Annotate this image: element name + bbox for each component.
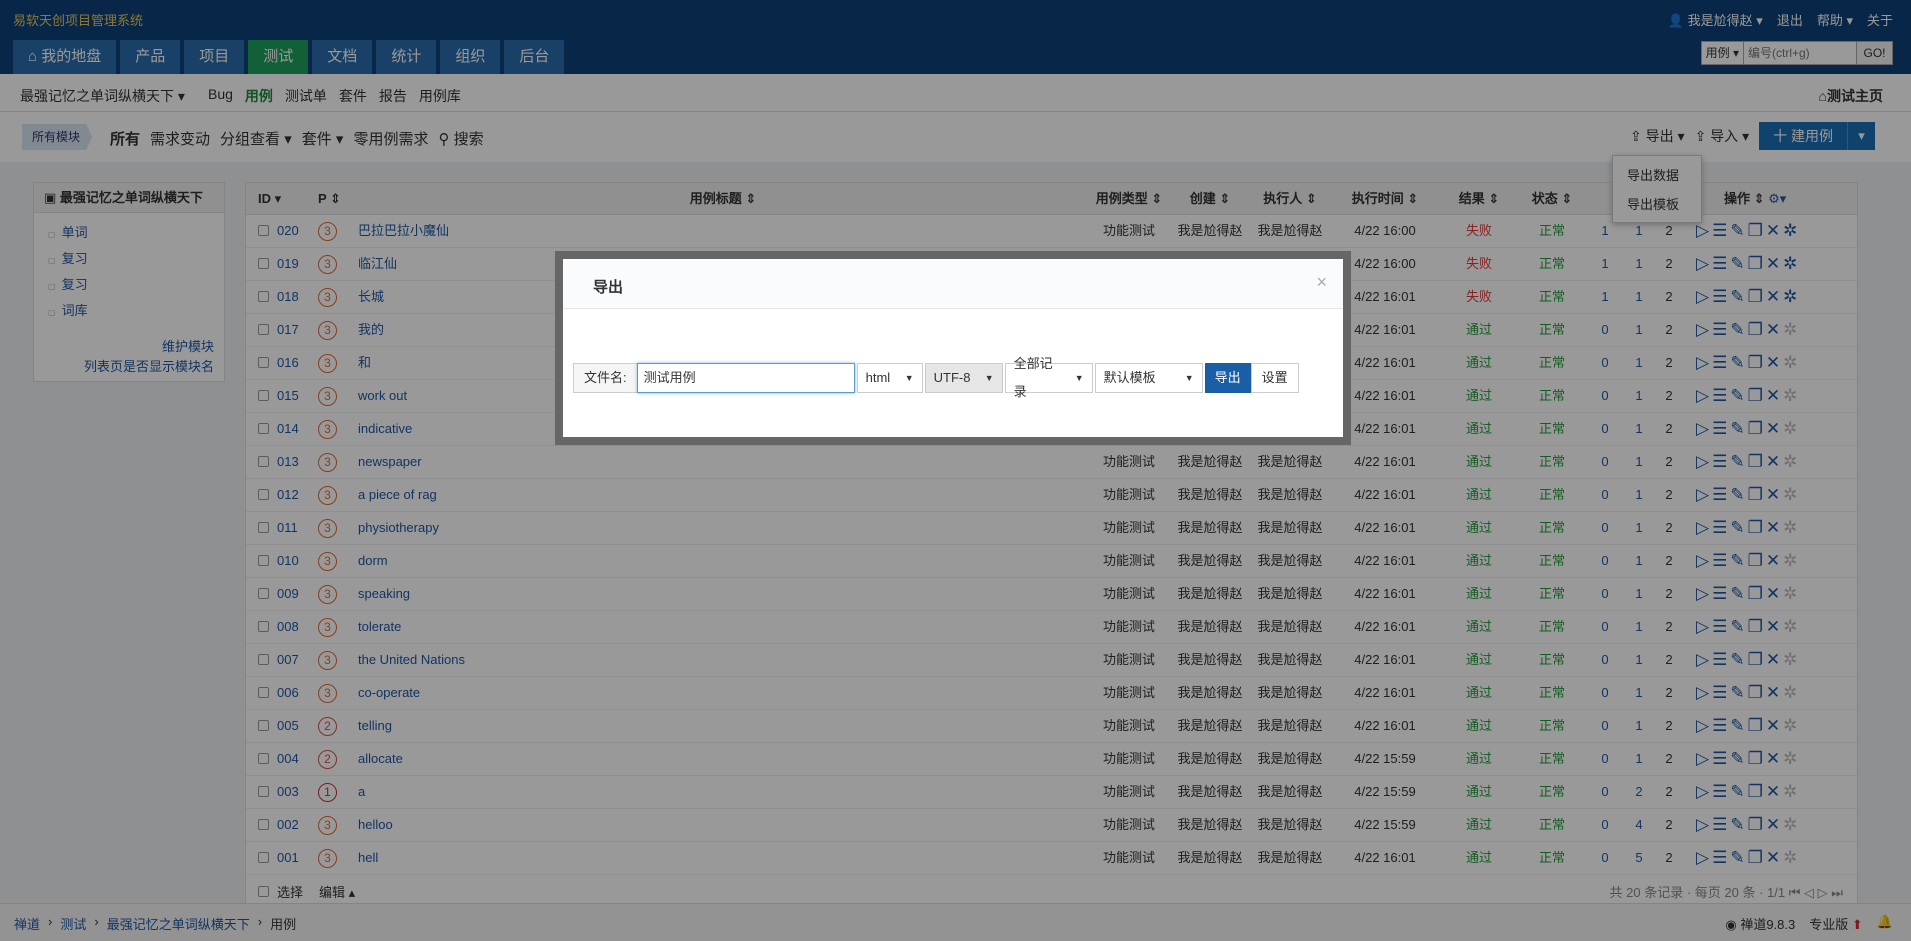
modal-header: 导出 × bbox=[563, 259, 1343, 309]
settings-button[interactable]: 设置 bbox=[1250, 363, 1299, 393]
modal-backdrop[interactable] bbox=[0, 0, 1911, 941]
template-select[interactable]: 默认模板 ▼ bbox=[1094, 363, 1203, 393]
format-select[interactable]: html ▼ bbox=[856, 363, 923, 393]
chevron-down-icon: ▼ bbox=[904, 373, 914, 383]
encoding-select[interactable]: UTF-8 ▼ bbox=[924, 363, 1003, 393]
caret-down-icon: ▼ bbox=[1184, 373, 1194, 383]
chevron-down-icon: ▼ bbox=[1074, 373, 1084, 383]
modal-title: 导出 bbox=[593, 279, 624, 296]
range-select[interactable]: 全部记录 ▼ bbox=[1004, 356, 1093, 399]
chevron-down-icon: ▼ bbox=[984, 373, 994, 383]
file-name-label: 文件名: bbox=[573, 363, 638, 393]
file-name-input[interactable]: 测试用例 bbox=[636, 363, 855, 393]
export-button[interactable]: 导出 bbox=[1204, 363, 1251, 393]
export-form: 文件名: 测试用例 html ▼ UTF-8 ▼ 全部记录 ▼ 默认模板 ▼ 导出 设置 bbox=[573, 356, 1299, 399]
close-icon[interactable]: × bbox=[1316, 272, 1327, 293]
export-dialog: 导出 × 文件名: 测试用例 html ▼ UTF-8 ▼ 全部记录 ▼ 默认模板 ▼ … bbox=[555, 251, 1351, 445]
